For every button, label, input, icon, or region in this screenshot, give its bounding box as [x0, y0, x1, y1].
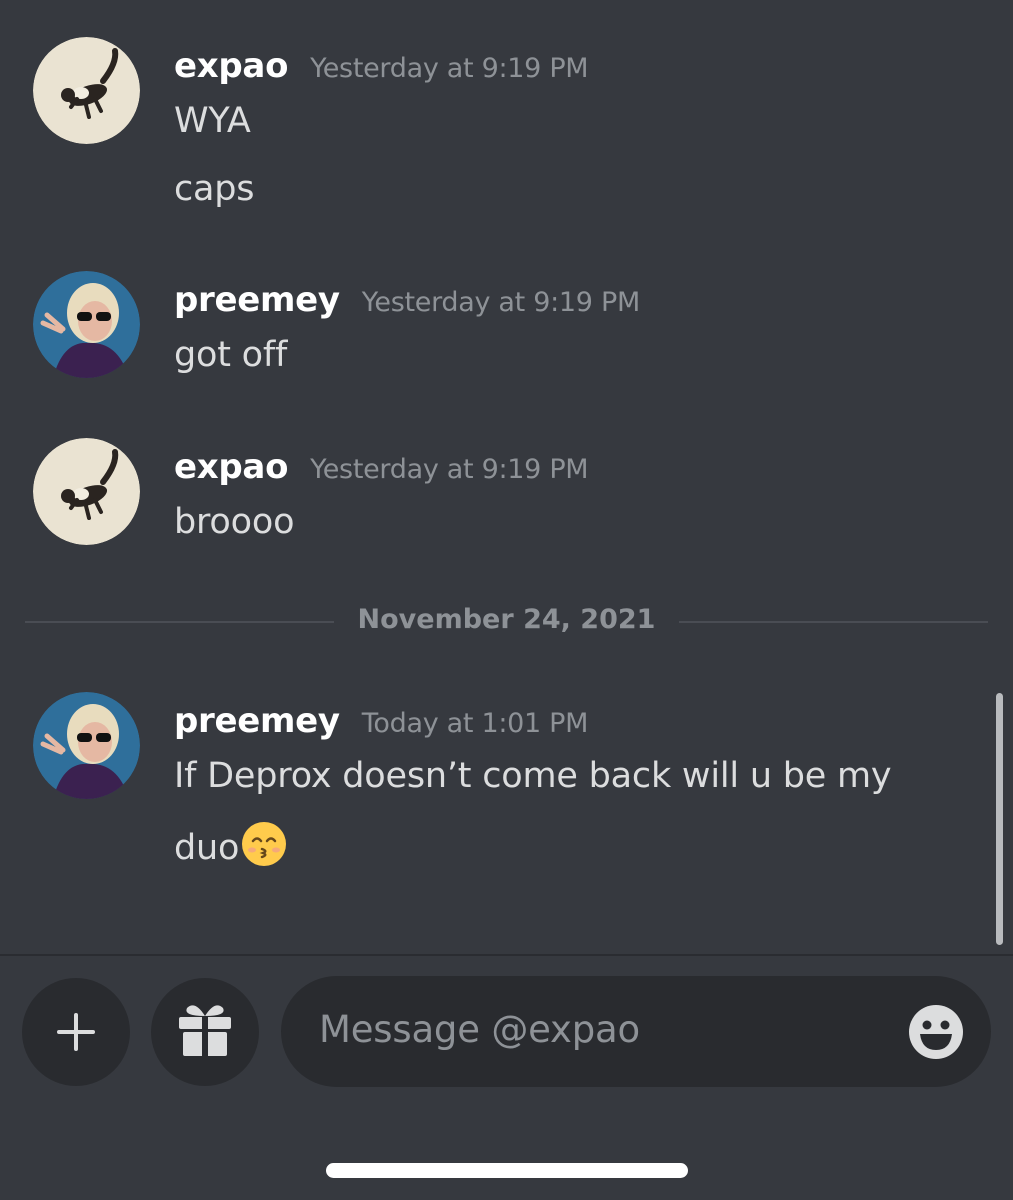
timestamp: Yesterday at 9:19 PM: [310, 53, 589, 84]
message-text: duo: [174, 828, 240, 868]
message-header: expao Yesterday at 9:19 PM: [174, 447, 589, 487]
username[interactable]: expao: [174, 447, 288, 487]
plus-icon: [57, 1013, 95, 1051]
message-text-line: duo: [174, 821, 287, 868]
home-indicator[interactable]: [326, 1163, 688, 1178]
message-text: caps: [174, 169, 255, 209]
username[interactable]: expao: [174, 46, 288, 86]
emoji-picker-icon[interactable]: [908, 1004, 964, 1060]
message-header: preemey Yesterday at 9:19 PM: [174, 280, 640, 320]
message-text: If Deprox doesn’t come back will u be my: [174, 756, 892, 796]
timestamp: Today at 1:01 PM: [361, 708, 589, 739]
ferret-avatar-icon: [33, 438, 140, 545]
avatar[interactable]: [33, 438, 140, 545]
sunglasses-avatar-icon: [33, 271, 140, 378]
message-input-placeholder: Message @expao: [319, 1008, 640, 1051]
timestamp: Yesterday at 9:19 PM: [361, 287, 640, 318]
scrollbar[interactable]: [996, 693, 1003, 945]
date-divider: November 24, 2021: [0, 604, 1013, 635]
message-header: preemey Today at 1:01 PM: [174, 701, 588, 741]
username[interactable]: preemey: [174, 701, 340, 741]
ferret-avatar-icon: [33, 37, 140, 144]
message-input[interactable]: Message @expao: [281, 976, 991, 1087]
dm-chat-screen: expao Yesterday at 9:19 PM WYA caps preem…: [0, 0, 1013, 1200]
message-text: got off: [174, 335, 288, 375]
sunglasses-avatar-icon: [33, 692, 140, 799]
attach-button[interactable]: [22, 978, 130, 1086]
gift-icon: [179, 1005, 231, 1056]
avatar[interactable]: [33, 271, 140, 378]
avatar[interactable]: [33, 37, 140, 144]
username[interactable]: preemey: [174, 280, 340, 320]
avatar[interactable]: [33, 692, 140, 799]
message-header: expao Yesterday at 9:19 PM: [174, 46, 589, 86]
kissing-face-emoji-icon: [242, 822, 287, 866]
message-text: WYA: [174, 101, 251, 141]
gift-button[interactable]: [151, 978, 259, 1086]
message-text: broooo: [174, 502, 295, 542]
timestamp: Yesterday at 9:19 PM: [310, 454, 589, 485]
